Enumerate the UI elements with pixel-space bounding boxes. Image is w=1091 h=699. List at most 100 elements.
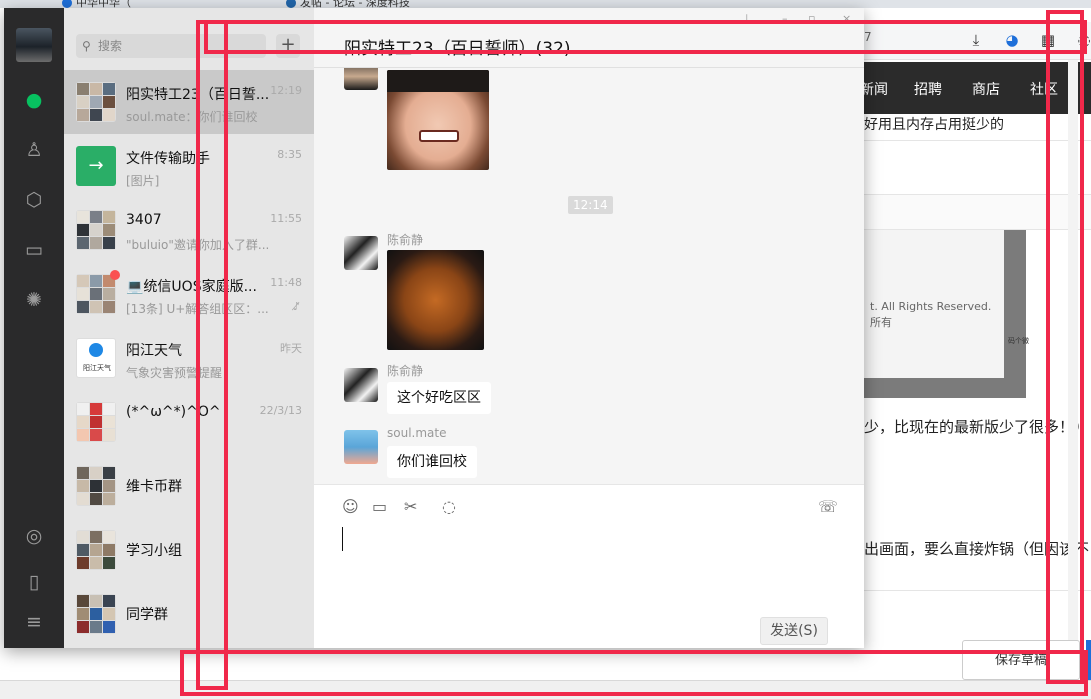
- menu-icon[interactable]: ◌: [1074, 30, 1091, 50]
- folder-icon[interactable]: ▭: [20, 236, 48, 264]
- conversation-preview: [13条] U+解答组区区：...: [126, 302, 269, 316]
- chat-history-icon[interactable]: ◌: [442, 497, 456, 516]
- search-input[interactable]: ⚲ 搜索: [76, 34, 266, 58]
- browser-tab[interactable]: 中华中华（: [62, 0, 262, 8]
- download-icon[interactable]: ⤓: [966, 30, 986, 50]
- conversation-time: 12:19: [270, 84, 302, 97]
- moments-icon[interactable]: ✺: [20, 286, 48, 314]
- conversation-item[interactable]: 阳实特工23（百日誓... soul.mate：你们谁回校 12:19: [64, 70, 314, 134]
- sender-name: 陈俞静: [387, 364, 424, 378]
- food-photo-image[interactable]: [387, 250, 484, 350]
- chat-title[interactable]: 阳实特工23（百日誓师）(32): [344, 34, 571, 59]
- close-icon[interactable]: ×: [842, 12, 851, 25]
- chat-header: 阳实特工23（百日誓师）(32) ⊥ – ▫ ×: [314, 8, 864, 68]
- text-input-caret[interactable]: [342, 527, 343, 551]
- conversation-time: 22/3/13: [259, 404, 302, 417]
- group-avatar: [76, 274, 116, 314]
- sticker-teeth: [419, 130, 459, 142]
- conversation-item[interactable]: 维卡币群: [64, 454, 314, 518]
- group-avatar: [76, 82, 116, 122]
- conversation-list: ⚲ 搜索 + 阳实特工23（百日誓... soul.mate：你们谁回校 12:…: [64, 8, 314, 648]
- tab-label: 中华中华（: [76, 0, 131, 8]
- conversation-item[interactable]: 阳江天气 阳江天气 气象灾害预警提醒 昨天: [64, 326, 314, 390]
- nav-community[interactable]: 社区: [1030, 79, 1058, 99]
- conversation-time: 11:48: [270, 276, 302, 289]
- editor-toolbar-strip: [864, 194, 1091, 230]
- nav-store[interactable]: 商店: [972, 79, 1000, 99]
- conversation-name: 阳实特工23（百日誓...: [126, 87, 270, 103]
- image-caption: t. All Rights Reserved.: [870, 300, 992, 313]
- conversation-item[interactable]: → 文件传输助手 [图片] 8:35: [64, 134, 314, 198]
- conversation-name: 阳江天气: [126, 343, 182, 359]
- conversation-pane: 阳实特工23（百日誓师）(32) ⊥ – ▫ × 12:14 陈俞静 陈俞静 这…: [314, 8, 864, 648]
- conversation-item[interactable]: 同学群: [64, 582, 314, 646]
- contacts-icon[interactable]: ♙: [20, 136, 48, 164]
- image-caption: 码个微: [1008, 337, 1029, 345]
- message-composer: ☺ ▭ ✂ ◌ ☏ 发送(S): [314, 484, 864, 648]
- group-avatar: [76, 594, 116, 634]
- chat-app-window: ● ♙ ⬡ ▭ ✺ ◎ ▯ ≡ ⚲ 搜索 + 阳实特工23（百日誓... sou…: [4, 8, 864, 648]
- minimize-icon[interactable]: –: [782, 12, 788, 25]
- sender-name: 陈俞静: [387, 233, 424, 247]
- conversation-item[interactable]: (*^ω^*)^O^ 22/3/13: [64, 390, 314, 454]
- article-line: 出画面，要么直接炸锅（但因该不: [864, 540, 1090, 558]
- conversation-name: 3407: [126, 212, 162, 228]
- article-screenshot-image: t. All Rights Reserved. 所有 码个微: [864, 230, 1029, 398]
- settings-menu-icon[interactable]: ≡: [20, 608, 48, 636]
- sender-avatar[interactable]: [344, 368, 378, 402]
- scissors-icon[interactable]: ✂: [404, 497, 417, 516]
- save-draft-button[interactable]: 保存草稿: [962, 640, 1080, 680]
- extensions-grid-icon[interactable]: ▦: [1038, 30, 1058, 50]
- tab-label: 发帖 - 论坛 - 深度科技: [300, 0, 410, 8]
- voice-call-icon[interactable]: ☏: [818, 497, 838, 516]
- browser-tab[interactable]: 发帖 - 论坛 - 深度科技: [286, 0, 486, 8]
- sender-avatar[interactable]: [344, 430, 378, 464]
- mini-program-icon[interactable]: ◎: [20, 522, 48, 550]
- conversation-name: 维卡币群: [126, 479, 182, 495]
- sticker-hair: [387, 70, 489, 92]
- conversation-time: 昨天: [280, 342, 302, 355]
- conversation-preview: 气象灾害预警提醒: [126, 366, 223, 380]
- conversation-preview: soul.mate：你们谁回校: [126, 110, 258, 124]
- nav-jobs[interactable]: 招聘: [914, 79, 942, 99]
- browser-tab-strip: 中华中华（ 发帖 - 论坛 - 深度科技: [0, 0, 1091, 8]
- extension-globe-icon[interactable]: ◕: [1002, 30, 1022, 50]
- message-bubble[interactable]: 你们谁回校: [387, 446, 477, 478]
- emoji-icon[interactable]: ☺: [342, 497, 359, 516]
- chat-bubble-icon[interactable]: ●: [20, 86, 48, 114]
- conversation-item[interactable]: 学习小组: [64, 518, 314, 582]
- article-line: 少，比现在的最新版少了很多！）: [864, 418, 1090, 436]
- conversation-preview: [图片]: [126, 174, 160, 188]
- tab-favicon-icon: [286, 0, 296, 8]
- sender-avatar[interactable]: [344, 68, 378, 90]
- sender-name: soul.mate: [387, 426, 447, 440]
- add-chat-button[interactable]: +: [276, 34, 300, 58]
- conversation-name: (*^ω^*)^O^: [126, 404, 221, 420]
- conversation-item[interactable]: 3407 "buluio"邀请你加入了群... 11:55: [64, 198, 314, 262]
- search-placeholder: 搜索: [98, 39, 123, 53]
- sender-avatar[interactable]: [344, 236, 378, 270]
- search-icon: ⚲: [82, 39, 91, 53]
- conversation-name: 文件传输助手: [126, 151, 210, 167]
- sticker-image[interactable]: [387, 70, 489, 170]
- publish-button-edge[interactable]: [1086, 640, 1091, 680]
- phone-icon[interactable]: ▯: [20, 568, 48, 596]
- my-avatar[interactable]: [16, 28, 52, 62]
- page-scrollbar[interactable]: [1068, 60, 1078, 680]
- pin-icon[interactable]: ⊥: [742, 12, 752, 25]
- maximize-icon[interactable]: ▫: [808, 12, 815, 25]
- browser-toolbar: ⤓ ◕ ▦ ◌: [864, 22, 1091, 60]
- favorites-cube-icon[interactable]: ⬡: [20, 186, 48, 214]
- folder-icon[interactable]: ▭: [372, 497, 387, 516]
- send-button[interactable]: 发送(S): [760, 617, 828, 645]
- conversation-time: 8:35: [277, 148, 302, 161]
- address-bar-tail[interactable]: 7: [864, 30, 872, 44]
- message-bubble[interactable]: 这个好吃区区: [387, 382, 491, 414]
- conversation-time: 11:55: [270, 212, 302, 225]
- site-nav-bar: 新闻 招聘 商店 社区: [860, 62, 1091, 114]
- image-caption: 所有: [870, 316, 892, 329]
- conversation-item[interactable]: 💻统信UOS家庭版... [13条] U+解答组区区：... 11:48 ♪̸: [64, 262, 314, 326]
- tab-favicon-icon: [62, 0, 72, 8]
- weather-logo-text: 阳江天气: [83, 364, 111, 372]
- nav-news[interactable]: 新闻: [860, 79, 888, 99]
